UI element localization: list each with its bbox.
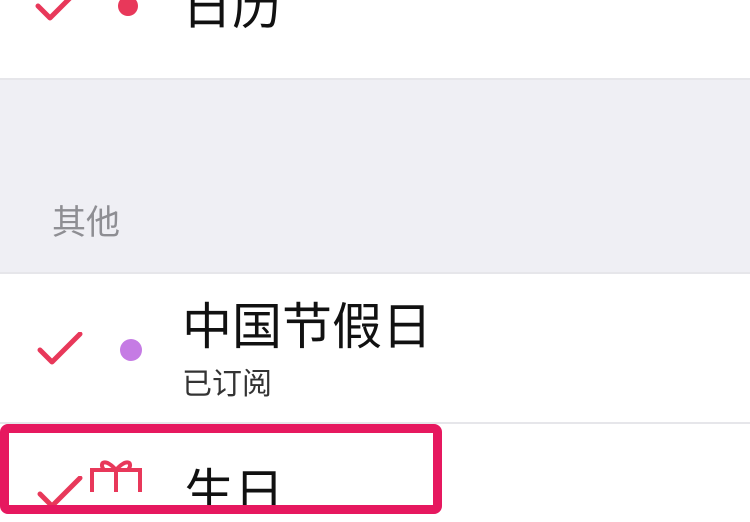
highlight-box — [0, 424, 442, 514]
section-header-other: 其他 — [52, 203, 120, 243]
calendar-label: 中国节假日 — [182, 298, 432, 356]
calendar-subscription-status: 已订阅 — [182, 367, 272, 402]
calendar-row-rili[interactable]: 日历 — [0, 0, 750, 80]
checkmark-icon — [37, 332, 83, 365]
calendar-color-dot — [120, 339, 142, 361]
checkmark-icon — [35, 0, 72, 21]
calendar-color-dot — [118, 0, 138, 16]
calendar-row-china-holidays[interactable]: 中国节假日 已订阅 — [0, 274, 750, 422]
calendar-label: 日历 — [182, 0, 282, 36]
section-gap — [0, 80, 750, 273]
